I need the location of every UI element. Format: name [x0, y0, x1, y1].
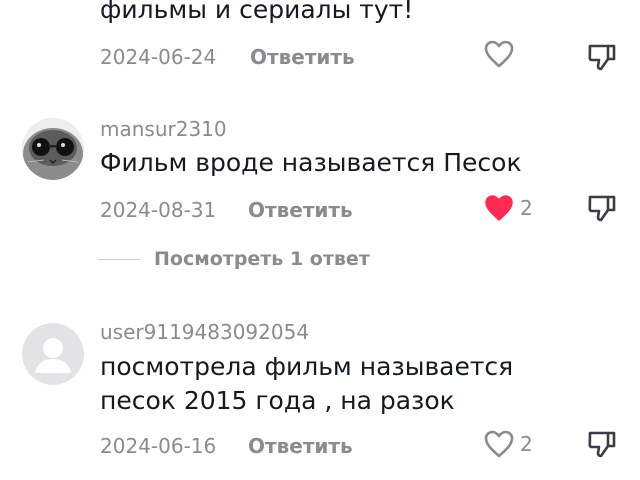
heart-outline-icon [484, 40, 514, 68]
comments-list: фильмы и сериалы тут! 2024-06-24 Ответит… [0, 0, 640, 480]
comment-username[interactable]: mansur2310 [100, 117, 227, 141]
cat-with-glasses-avatar[interactable] [22, 118, 84, 180]
dislike-icon[interactable] [586, 41, 618, 73]
like-button[interactable] [484, 40, 514, 68]
heart-filled-icon [485, 195, 513, 221]
reply-button[interactable]: Ответить [248, 198, 353, 222]
comment-text: фильмы и сериалы тут! [100, 0, 414, 24]
heart-outline-icon [484, 430, 514, 458]
view-replies-button[interactable]: Посмотреть 1 ответ [98, 248, 370, 270]
comment-date: 2024-06-24 [100, 45, 217, 69]
divider-line [98, 258, 140, 260]
reply-button[interactable]: Ответить [248, 434, 353, 458]
avatar-image [22, 118, 84, 180]
comment-date: 2024-08-31 [100, 198, 217, 222]
reply-button[interactable]: Ответить [250, 45, 355, 69]
dislike-icon[interactable] [586, 192, 618, 224]
dislike-icon[interactable] [586, 428, 618, 460]
like-count: 2 [520, 432, 533, 456]
like-button[interactable]: 2 [484, 430, 533, 458]
comment-text: Фильм вроде называется Песок [100, 148, 522, 177]
like-count: 2 [520, 196, 533, 220]
comment-date: 2024-06-16 [100, 434, 217, 458]
view-replies-label: Посмотреть 1 ответ [154, 248, 370, 270]
comment-text-line-1: посмотрела фильм называется [100, 352, 514, 381]
default-user-avatar[interactable] [22, 323, 84, 385]
user-placeholder-icon [22, 323, 84, 385]
comment-text-line-2: песок 2015 года , на разок [100, 386, 455, 415]
comment-username[interactable]: user9119483092054 [100, 320, 309, 344]
like-button[interactable]: 2 [484, 194, 533, 222]
